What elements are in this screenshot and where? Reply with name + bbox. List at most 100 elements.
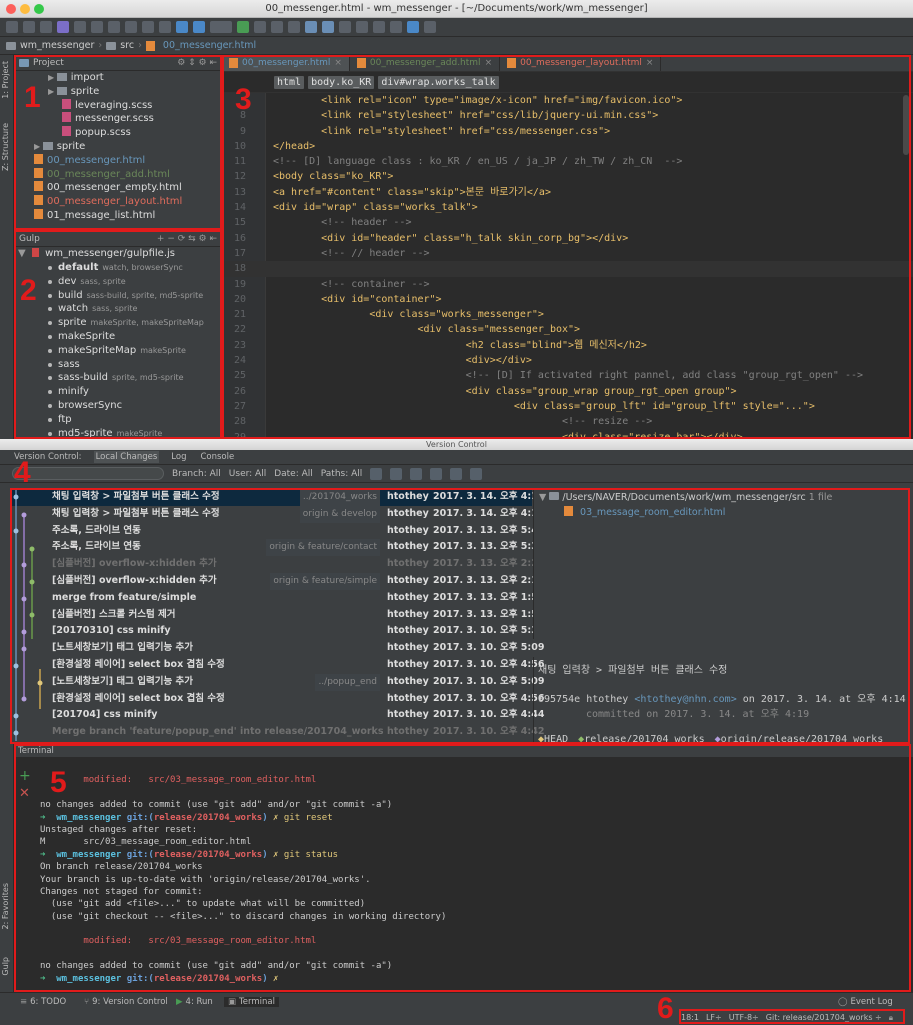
vc-filter-dropdown[interactable]: Date: All [274,469,313,479]
code-line[interactable]: 11 <!-- [D] language class : ko_KR / en_U… [222,154,913,169]
project-tree-item[interactable]: ▶ sprite [14,85,222,99]
commit-row[interactable]: [심플버전] overflow-x:hidden 추가 origin & feat… [12,573,544,590]
paste-icon[interactable] [125,21,137,33]
zoom-window-button[interactable] [34,4,44,14]
vc-tab[interactable]: Log [169,451,188,463]
code-line[interactable]: <link rel="icon" type="image/x-icon" hre… [222,93,913,108]
refresh-icon[interactable] [410,467,423,480]
breadcrumb-src[interactable]: src [120,40,134,51]
code-line[interactable]: 17 <!-- // header --> [222,246,913,261]
undo-icon[interactable] [57,21,69,33]
gear-icon[interactable] [470,467,483,480]
code-line[interactable]: 28 <!-- resize --> [222,414,913,429]
expand-arrow-icon[interactable]: ▶ [48,87,57,96]
version-control-tab[interactable]: ⑂ 9: Version Control [84,997,168,1007]
code-line[interactable]: 14 <div id="wrap" class="works_talk"> [222,200,913,215]
vc-filter-dropdown[interactable]: Branch: All [172,469,221,479]
gulp-task-item[interactable]: sass [14,358,222,372]
breadcrumb-file[interactable]: 00_messenger.html [163,40,256,51]
caret-position[interactable]: 18:1 [681,1013,699,1022]
code-line[interactable]: 10 </head> [222,139,913,154]
project-tree-item[interactable]: 00_messenger_empty.html [14,181,222,195]
gulp-task-item[interactable]: build sass-build, sprite, md5-sprite [14,289,222,303]
gear-icon[interactable]: ⚙ ⇕ ⚙ ⇤ [177,58,217,68]
commit-row[interactable]: Merge branch 'feature/popup_end' into re… [12,724,544,741]
code-line[interactable]: 20 <div id="container"> [222,292,913,307]
gulp-task-item[interactable]: watch sass, sprite [14,302,222,316]
project-tree-item[interactable]: 01_message_list.html [14,208,222,223]
gulp-root[interactable]: ▼ wm_messenger/gulpfile.js [14,247,222,261]
project-tree-item[interactable]: ▶ import [14,71,222,85]
gulp-task-item[interactable]: makeSpriteMap makeSprite [14,344,222,358]
favorites-side-tab[interactable]: 2: Favorites [1,883,10,929]
code-line[interactable]: 15 <!-- header --> [222,215,913,230]
commit-row[interactable]: 채팅 입력창 > 파일첨부 버튼 클래스 수정 ../201704_works ht… [12,489,544,506]
code-line[interactable]: 27 <div class="group_lft" id="group_lft"… [222,399,913,414]
project-tree-item[interactable]: ▶ sprite [14,140,222,154]
revert-icon[interactable] [356,21,368,33]
commit-row[interactable]: [노트세창보기] 태그 입력기능 추가 ../popup_end htothey 20… [12,673,544,691]
log-search-input[interactable] [12,467,164,480]
commit-row[interactable]: [심플버전] 스크롤 커스텀 제거 htothey 2017. 3. 13. 오후 … [12,607,544,624]
code-line[interactable]: 8 <link rel="stylesheet" href="css/lib/j… [222,108,913,123]
settings-icon[interactable] [373,21,385,33]
terminal-tab[interactable]: ▣ Terminal [224,997,279,1007]
event-log-button[interactable]: ◯ Event Log [838,997,893,1007]
lock-icon[interactable]: 🔒︎ [889,1013,893,1023]
run-tab[interactable]: ▶ 4: Run [176,997,213,1007]
project-view-selector[interactable]: Project [33,58,64,68]
commit-row[interactable]: [201704] css minify htothey 2017. 3. 10. 오… [12,707,544,724]
filter-icon[interactable] [450,467,463,480]
code-line[interactable]: 18 [222,261,913,277]
find-icon[interactable] [142,21,154,33]
gulp-task-item[interactable]: ftp [14,413,222,427]
stop-icon[interactable] [288,21,300,33]
help-icon[interactable] [407,21,419,33]
code-line[interactable]: 13 <a href="#content" class="skip">본문 바로가… [222,185,913,200]
save-icon[interactable] [23,21,35,33]
close-window-button[interactable] [6,4,16,14]
gulp-task-item[interactable]: browserSync [14,399,222,413]
gulp-task-item[interactable]: minify [14,385,222,399]
gulp-side-tab[interactable]: Gulp [1,957,10,976]
back-icon[interactable] [176,21,188,33]
run-icon[interactable] [237,21,249,33]
files-root[interactable]: ▼ /Users/NAVER/Documents/work/wm_messeng… [534,489,911,506]
vcs-commit-icon[interactable] [322,21,334,33]
commit-row[interactable]: [심플버전] overflow-x:hidden 추가 htothey 2017. … [12,556,544,573]
code-line[interactable]: 24 <div></div> [222,353,913,368]
code-line[interactable]: 25 <!-- [D] If activated right pannel, a… [222,368,913,383]
minimize-window-button[interactable] [20,4,30,14]
code-line[interactable]: 9 <link rel="stylesheet" href="css/messe… [222,124,913,139]
copy-icon[interactable] [108,21,120,33]
sync-icon[interactable] [40,21,52,33]
expand-arrow-icon[interactable]: ▶ [48,73,57,82]
gulp-task-item[interactable]: default watch, browserSync [14,261,222,275]
project-tree-item[interactable]: popup.scss [14,126,222,140]
vc-tab[interactable]: Local Changes [93,451,160,463]
code-line[interactable]: 12 <body class="ko_KR"> [222,169,913,184]
expand-arrow-icon[interactable]: ▶ [34,142,43,151]
editor-breadcrumb-item[interactable]: div#wrap.works_talk [378,75,499,89]
file-encoding[interactable]: UTF-8÷ [729,1013,759,1022]
changed-file-item[interactable]: 03_message_room_editor.html [534,506,911,518]
git-branch[interactable]: Git: release/201704_works ÷ [766,1013,882,1022]
code-line[interactable]: 16 <div id="header" class="h_talk skin_c… [222,231,913,246]
line-separator[interactable]: LF÷ [706,1013,722,1022]
open-icon[interactable] [6,21,18,33]
run-config-dropdown[interactable] [210,21,232,33]
commit-row[interactable]: merge from feature/simple htothey 2017. 3.… [12,590,544,607]
commit-row[interactable]: [환경설정 레이어] select box 겹침 수정 htothey 2017. … [12,691,544,708]
commit-row[interactable]: [노트세창보기] 태그 입력기능 추가 htothey 2017. 3. 10. 오… [12,640,544,657]
coverage-icon[interactable] [271,21,283,33]
redo-icon[interactable] [74,21,86,33]
cut-icon[interactable] [91,21,103,33]
project-tree-item[interactable]: messenger.scss [14,112,222,126]
code-line[interactable]: 23 <h2 class="blind">웹 메신저</h2> [222,338,913,353]
replace-icon[interactable] [159,21,171,33]
search-everywhere-icon[interactable] [424,21,436,33]
editor-tab[interactable]: 00_messenger_layout.html × [500,55,662,71]
code-line[interactable]: 22 <div class="messenger_box"> [222,322,913,337]
gulp-task-item[interactable]: makeSprite [14,330,222,344]
gulp-task-item[interactable]: sass-build sprite, md5-sprite [14,371,222,385]
